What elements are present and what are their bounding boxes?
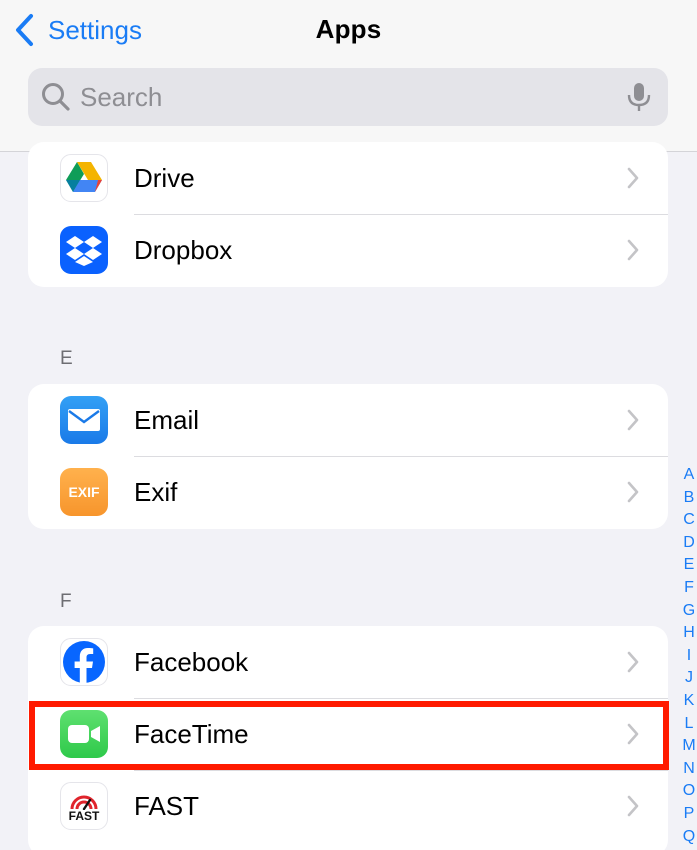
section-header-e: E <box>60 348 73 369</box>
index-letter-c[interactable]: C <box>683 509 695 532</box>
index-letter-l[interactable]: L <box>685 713 694 736</box>
app-row-facetime[interactable]: FaceTime <box>28 698 668 770</box>
email-app-icon <box>60 396 108 444</box>
exif-app-icon: EXIF <box>60 468 108 516</box>
facetime-icon <box>60 710 108 758</box>
app-row-email[interactable]: Email <box>28 384 668 456</box>
app-label: Facebook <box>134 646 249 677</box>
chevron-right-icon <box>627 409 639 431</box>
index-letter-g[interactable]: G <box>683 600 695 623</box>
app-row-dropbox[interactable]: Dropbox <box>28 214 668 286</box>
app-row-exif[interactable]: EXIF Exif <box>28 456 668 528</box>
app-label: Email <box>134 404 200 435</box>
index-letter-a[interactable]: A <box>684 464 695 487</box>
index-letter-k[interactable]: K <box>684 690 695 713</box>
chevron-right-icon <box>627 481 639 503</box>
apps-group-d: Drive Dropbox <box>28 142 668 287</box>
app-label: Drive <box>134 162 195 193</box>
fast-icon-text: FAST <box>68 809 100 823</box>
chevron-right-icon <box>627 167 639 189</box>
index-letter-i[interactable]: I <box>687 645 691 668</box>
alphabet-index[interactable]: ABCDEFGHIJKLMNOPQ <box>682 464 696 848</box>
app-row-fast[interactable]: FAST FAST <box>28 770 668 842</box>
app-label: Exif <box>134 476 178 507</box>
search-bar[interactable] <box>28 68 668 126</box>
chevron-right-icon <box>627 795 639 817</box>
index-letter-q[interactable]: Q <box>683 826 695 849</box>
app-label: Dropbox <box>134 234 233 265</box>
index-letter-e[interactable]: E <box>684 554 695 577</box>
app-row-facebook[interactable]: Facebook <box>28 626 668 698</box>
index-letter-f[interactable]: F <box>684 577 694 600</box>
exif-icon-text: EXIF <box>68 484 100 500</box>
chevron-right-icon <box>627 651 639 673</box>
app-label: FAST <box>134 790 200 821</box>
index-letter-h[interactable]: H <box>683 622 695 645</box>
index-letter-d[interactable]: D <box>683 532 695 555</box>
search-input[interactable] <box>80 81 600 113</box>
app-label: FaceTime <box>134 718 249 749</box>
apps-group-e: Email EXIF Exif <box>28 384 668 529</box>
google-drive-icon <box>60 154 108 202</box>
index-letter-j[interactable]: J <box>685 667 693 690</box>
chevron-right-icon <box>627 239 639 261</box>
index-letter-b[interactable]: B <box>684 487 695 510</box>
microphone-icon[interactable] <box>626 81 652 113</box>
index-letter-m[interactable]: M <box>682 735 695 758</box>
facebook-icon <box>60 638 108 686</box>
search-icon <box>42 83 70 111</box>
page-title: Apps <box>315 14 382 44</box>
apps-group-f: Facebook FaceTime FAST FAST <box>28 626 668 850</box>
index-letter-p[interactable]: P <box>684 803 695 826</box>
app-row-drive[interactable]: Drive <box>28 142 668 214</box>
index-letter-n[interactable]: N <box>683 758 695 781</box>
navigation-header: Settings Apps <box>0 0 697 152</box>
fast-speedtest-icon: FAST <box>60 782 108 830</box>
index-letter-o[interactable]: O <box>683 780 695 803</box>
dropbox-icon <box>60 226 108 274</box>
section-header-f: F <box>60 591 72 612</box>
chevron-right-icon <box>627 723 639 745</box>
